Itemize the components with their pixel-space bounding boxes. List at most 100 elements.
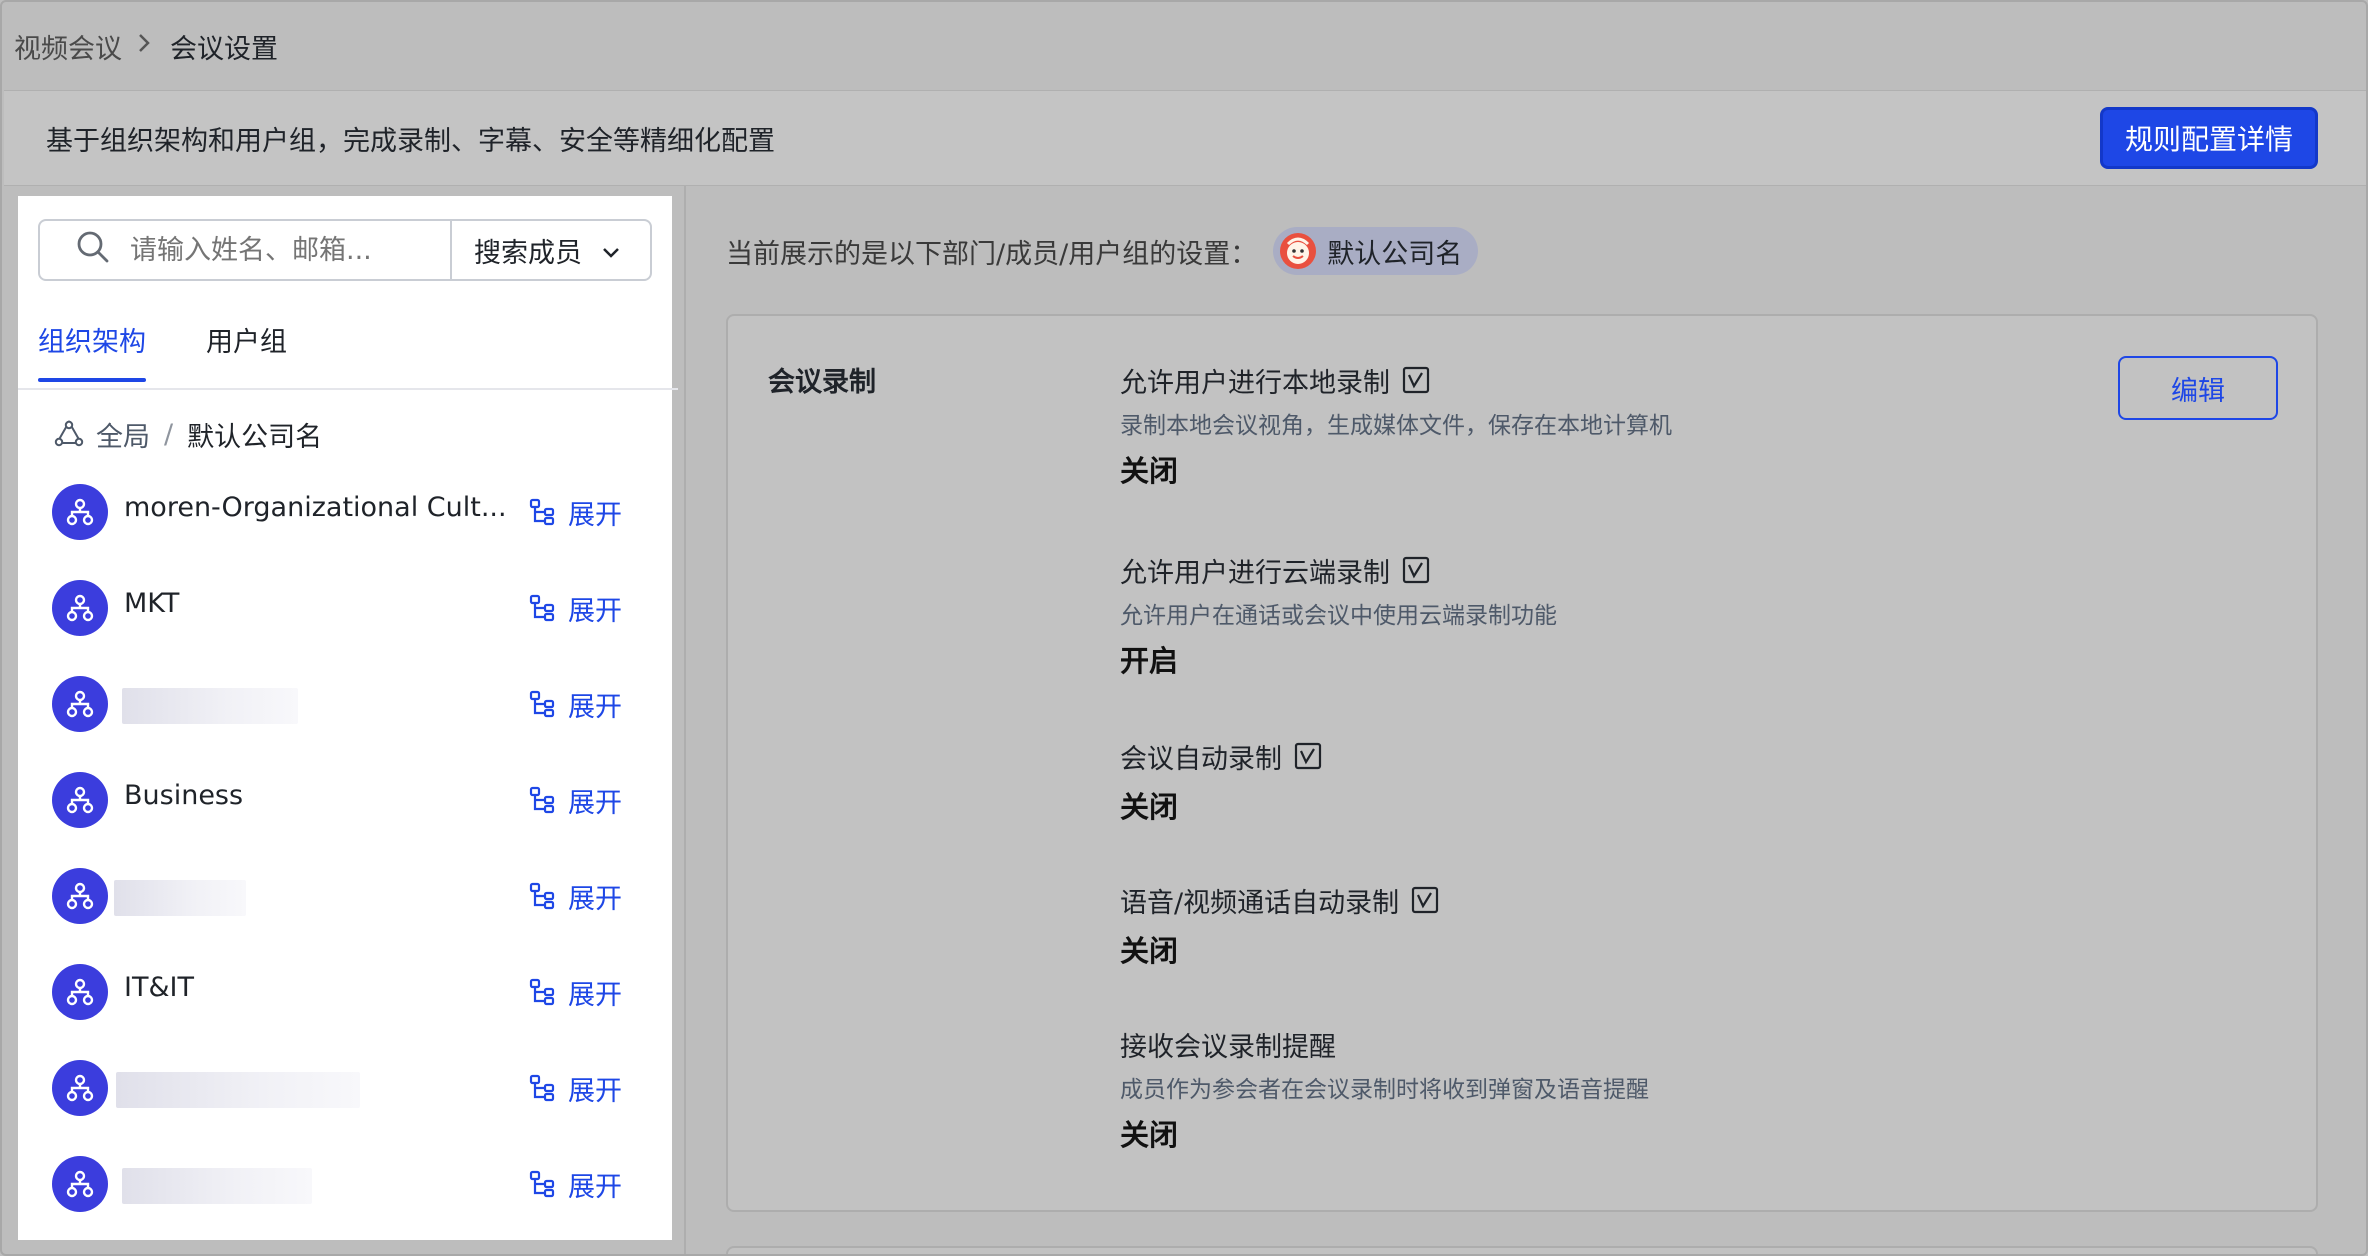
- setting-title: 接收会议录制提醒: [1120, 1031, 1336, 1063]
- org-node-icon: [52, 1156, 108, 1212]
- expand-button[interactable]: 展开: [528, 1162, 622, 1206]
- company-chip: 默认公司名: [1273, 227, 1479, 275]
- setting-title: 允许用户进行本地录制: [1120, 367, 1390, 399]
- recording-settings-card: 会议录制 编辑 允许用户进行本地录制 录制本地会议视角，生成媒体文件，保存在本地…: [726, 314, 2318, 1212]
- expand-label: 展开: [568, 883, 622, 915]
- expand-button[interactable]: 展开: [528, 586, 622, 630]
- org-node-icon: [52, 868, 108, 924]
- chevron-down-icon: [600, 239, 622, 261]
- expand-button[interactable]: 展开: [528, 970, 622, 1014]
- breadcrumb-current: 会议设置: [170, 33, 278, 65]
- expand-label: 展开: [568, 1171, 622, 1203]
- tree-icon: [528, 498, 556, 526]
- org-name: Business: [124, 780, 244, 811]
- rules-detail-button[interactable]: 规则配置详情: [2100, 107, 2318, 169]
- org-node-icon: [52, 676, 108, 732]
- setting-local-recording: 允许用户进行本地录制 录制本地会议视角，生成媒体文件，保存在本地计算机 关闭: [1120, 360, 1672, 490]
- org-path-separator: /: [164, 418, 174, 450]
- checkbox-icon: [1402, 556, 1430, 584]
- current-scope-label: 当前展示的是以下部门/成员/用户组的设置：: [726, 238, 1258, 270]
- expand-button[interactable]: 展开: [528, 490, 622, 534]
- info-banner: 基于组织架构和用户组，完成录制、字幕、安全等精细化配置 规则配置详情: [4, 90, 2366, 186]
- tree-icon: [528, 594, 556, 622]
- tree-icon: [528, 1170, 556, 1198]
- search-icon: [76, 230, 116, 270]
- tree-icon: [528, 690, 556, 718]
- company-name: 默认公司名: [1327, 238, 1463, 270]
- checkbox-icon: [1411, 886, 1439, 914]
- setting-auto-call-recording: 语音/视频通话自动录制 关闭: [1120, 880, 1439, 970]
- org-name: MKT: [124, 588, 180, 619]
- org-list-item[interactable]: 展开: [18, 1042, 672, 1138]
- org-list-item[interactable]: 展开: [18, 850, 672, 946]
- panel-divider: [684, 186, 686, 1254]
- tree-icon: [528, 786, 556, 814]
- org-path-global[interactable]: 全局: [96, 415, 150, 454]
- search-input[interactable]: [130, 234, 390, 266]
- org-list-item[interactable]: MKT 展开: [18, 562, 672, 658]
- card-title: 会议录制: [768, 367, 876, 398]
- checkbox-icon: [1294, 742, 1322, 770]
- expand-label: 展开: [568, 691, 622, 723]
- expand-label: 展开: [568, 499, 622, 531]
- setting-title: 语音/视频通话自动录制: [1120, 887, 1400, 919]
- expand-label: 展开: [568, 1075, 622, 1107]
- setting-value: 开启: [1120, 644, 1179, 678]
- org-node-icon: [52, 964, 108, 1020]
- redacted-name: [116, 1072, 360, 1108]
- search-type-select[interactable]: 搜索成员: [450, 221, 652, 279]
- global-icon: [54, 419, 84, 449]
- tree-icon: [528, 882, 556, 910]
- org-list-item[interactable]: 展开: [18, 1138, 672, 1234]
- expand-button[interactable]: 展开: [528, 1066, 622, 1110]
- expand-button[interactable]: 展开: [528, 874, 622, 918]
- setting-value: 关闭: [1120, 934, 1179, 968]
- search-box: 搜索成员: [38, 219, 652, 281]
- chevron-right-icon: [136, 32, 152, 60]
- expand-button[interactable]: 展开: [528, 682, 622, 726]
- org-node-icon: [52, 580, 108, 636]
- tab-org-structure[interactable]: 组织架构: [38, 316, 146, 384]
- redacted-name: [122, 1168, 312, 1204]
- app-window: 视频会议 会议设置 基于组织架构和用户组，完成录制、字幕、安全等精细化配置 规则…: [0, 0, 2368, 1256]
- setting-auto-meeting-recording: 会议自动录制 关闭: [1120, 736, 1322, 826]
- org-list-item[interactable]: Business 展开: [18, 754, 672, 850]
- banner-text: 基于组织架构和用户组，完成录制、字幕、安全等精细化配置: [46, 125, 775, 157]
- org-sidebar: 搜索成员 组织架构 用户组 全局 / 默认公司名 moren-Organizat…: [18, 196, 678, 1240]
- setting-title: 允许用户进行云端录制: [1120, 557, 1390, 589]
- breadcrumb-parent[interactable]: 视频会议: [14, 27, 122, 66]
- company-avatar-icon: [1279, 232, 1317, 270]
- setting-value: 关闭: [1120, 454, 1179, 488]
- setting-desc: 录制本地会议视角，生成媒体文件，保存在本地计算机: [1120, 413, 1672, 439]
- setting-cloud-recording: 允许用户进行云端录制 允许用户在通话或会议中使用云端录制功能 开启: [1120, 550, 1557, 680]
- redacted-name: [114, 880, 246, 916]
- setting-desc: 允许用户在通话或会议中使用云端录制功能: [1120, 603, 1557, 629]
- tree-icon: [528, 1074, 556, 1102]
- next-card-edge: [726, 1246, 2318, 1254]
- org-path: 全局 / 默认公司名: [54, 410, 322, 458]
- tab-user-group[interactable]: 用户组: [206, 316, 287, 384]
- org-list-item[interactable]: 展开: [18, 658, 672, 754]
- setting-desc: 成员作为参会者在会议录制时将收到弹窗及语音提醒: [1120, 1077, 1649, 1103]
- tree-icon: [528, 978, 556, 1006]
- setting-value: 关闭: [1120, 790, 1179, 824]
- search-type-label: 搜索成员: [474, 237, 582, 269]
- org-name: IT&IT: [124, 972, 194, 1003]
- redacted-name: [122, 688, 298, 724]
- expand-label: 展开: [568, 979, 622, 1011]
- current-scope: 当前展示的是以下部门/成员/用户组的设置： 默认公司名: [726, 226, 1479, 276]
- edit-button[interactable]: 编辑: [2118, 356, 2278, 420]
- checkbox-icon: [1402, 366, 1430, 394]
- org-path-company: 默认公司名: [187, 421, 323, 453]
- setting-value: 关闭: [1120, 1118, 1179, 1152]
- setting-title: 会议自动录制: [1120, 743, 1282, 775]
- tabs-divider: [18, 388, 678, 390]
- breadcrumb: 视频会议 会议设置: [14, 24, 278, 68]
- org-list-item[interactable]: IT&IT 展开: [18, 946, 672, 1042]
- expand-button[interactable]: 展开: [528, 778, 622, 822]
- tab-bar: 组织架构 用户组: [38, 316, 678, 384]
- expand-label: 展开: [568, 595, 622, 627]
- org-list: moren-Organizational Cult... 展开 MKT 展开 展…: [18, 466, 672, 1234]
- org-list-item[interactable]: moren-Organizational Cult... 展开: [18, 466, 672, 562]
- org-name: moren-Organizational Cult...: [124, 492, 507, 523]
